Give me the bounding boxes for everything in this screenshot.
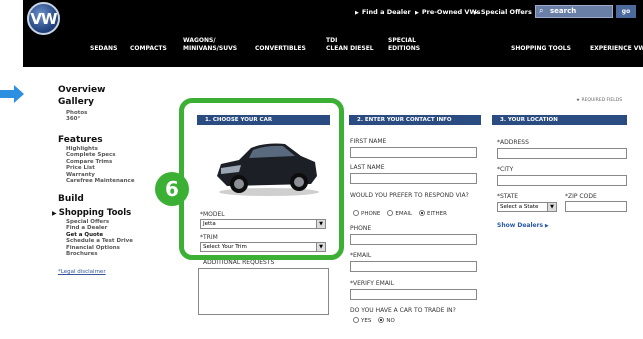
zip-label: *ZIP CODE	[565, 193, 597, 200]
sidebar-features[interactable]: Features	[58, 135, 103, 145]
email-input[interactable]	[350, 261, 477, 272]
required-fields-note: ★ REQUIRED FIELDS	[576, 98, 623, 103]
sidebar-overview[interactable]: Overview	[58, 85, 105, 95]
sidebar-item-brochures[interactable]: Brochures	[66, 251, 133, 257]
respond-via-options: PHONE EMAIL EITHER	[353, 210, 447, 217]
address-label: *ADDRESS	[497, 139, 529, 146]
triangle-right-icon: ▶	[543, 223, 549, 229]
radio-selected-icon	[419, 210, 426, 216]
last-name-input[interactable]	[350, 173, 477, 184]
triangle-right-icon: ▶	[52, 210, 59, 217]
triangle-right-icon: ▶	[415, 10, 419, 16]
radio-no[interactable]: NO	[378, 317, 395, 324]
last-name-label: LAST NAME	[350, 164, 385, 171]
first-name-input[interactable]	[350, 147, 477, 158]
trade-in-question: DO YOU HAVE A CAR TO TRADE IN?	[350, 307, 456, 314]
legal-disclaimer-link[interactable]: *Legal disclaimer	[58, 269, 106, 275]
radio-email[interactable]: EMAIL	[387, 210, 412, 217]
pointer-arrow-icon	[0, 85, 24, 103]
trade-in-options: YES NO	[353, 317, 395, 324]
additional-requests-label: ADDITIONAL REQUESTS	[203, 259, 275, 266]
verify-email-label: *VERIFY EMAIL	[350, 280, 395, 287]
sidebar-shopping-tools[interactable]: ▶ Shopping Tools	[52, 208, 131, 218]
search-input[interactable]: ⌕ search	[535, 5, 613, 18]
radio-selected-icon	[378, 317, 385, 323]
phone-input[interactable]	[350, 234, 477, 245]
sidebar-shopping-sublist: Special Offers Find a Dealer Get a Quote…	[66, 219, 133, 257]
triangle-right-icon: ▶	[355, 10, 359, 16]
triangle-right-icon: ▶	[474, 10, 478, 16]
state-label: *STATE	[497, 193, 519, 200]
radio-icon	[353, 210, 359, 216]
sidebar-gallery-sublist: Photos 360°	[66, 110, 87, 123]
sidebar-item-360[interactable]: 360°	[66, 116, 87, 122]
city-label: *CITY	[497, 166, 514, 173]
nav-compacts[interactable]: COMPACTS	[130, 45, 167, 53]
search-icon: ⌕	[539, 6, 544, 15]
special-offers-link[interactable]: ▶ Special Offers	[474, 8, 532, 16]
verify-email-input[interactable]	[350, 289, 477, 300]
sidebar-item-carefree[interactable]: Carefree Maintenance	[66, 178, 135, 184]
respond-via-question: WOULD YOU PREFER TO RESPOND VIA?	[350, 192, 469, 199]
radio-either[interactable]: EITHER	[419, 210, 447, 217]
radio-icon	[353, 317, 359, 323]
step-highlight-box	[179, 98, 344, 260]
nav-special-editions[interactable]: SPECIAL EDITIONS	[388, 37, 420, 53]
radio-yes[interactable]: YES	[353, 317, 371, 324]
nav-convertibles[interactable]: CONVERTIBLES	[255, 45, 306, 53]
nav-wagons[interactable]: WAGONS/ MINIVANS/SUVS	[183, 37, 237, 53]
find-dealer-link[interactable]: ▶ Find a Dealer	[355, 8, 411, 16]
additional-requests-textarea[interactable]	[198, 268, 329, 315]
nav-sedans[interactable]: SEDANS	[90, 45, 117, 53]
nav-shopping-tools[interactable]: SHOPPING TOOLS	[511, 45, 571, 53]
first-name-label: FIRST NAME	[350, 138, 387, 145]
chevron-down-icon: ▼	[547, 203, 556, 211]
sidebar-item-test-drive[interactable]: Schedule a Test Drive	[66, 238, 133, 244]
phone-label: PHONE	[350, 225, 372, 232]
radio-phone[interactable]: PHONE	[353, 210, 380, 217]
section-location-header: 3. YOUR LOCATION	[492, 115, 627, 125]
top-navigation-bar: VW ▶ Find a Dealer ▶ Pre-Owned VWs ▶ Specia…	[23, 0, 643, 67]
radio-icon	[387, 210, 394, 216]
state-select[interactable]: Select a State ▼	[497, 202, 557, 212]
nav-tdi[interactable]: TDI CLEAN DIESEL	[326, 37, 374, 53]
show-dealers-link[interactable]: Show Dealers ▶	[497, 222, 549, 229]
step-number-badge: 6	[155, 172, 189, 206]
preowned-link[interactable]: ▶ Pre-Owned VWs	[415, 8, 481, 16]
city-input[interactable]	[497, 175, 627, 186]
sidebar-features-sublist: Highlights Complete Specs Compare Trims …	[66, 146, 135, 184]
section-contact-info-header: 2. ENTER YOUR CONTACT INFO	[349, 115, 481, 125]
sidebar-gallery[interactable]: Gallery	[58, 97, 94, 107]
sidebar-build[interactable]: Build	[58, 194, 84, 204]
search-go-button[interactable]: go	[616, 5, 636, 18]
address-input[interactable]	[497, 148, 627, 159]
email-label: *EMAIL	[350, 252, 372, 259]
zip-input[interactable]	[565, 201, 627, 212]
nav-experience-vw[interactable]: EXPERIENCE VW	[590, 45, 643, 53]
vw-logo[interactable]: VW	[27, 2, 60, 35]
